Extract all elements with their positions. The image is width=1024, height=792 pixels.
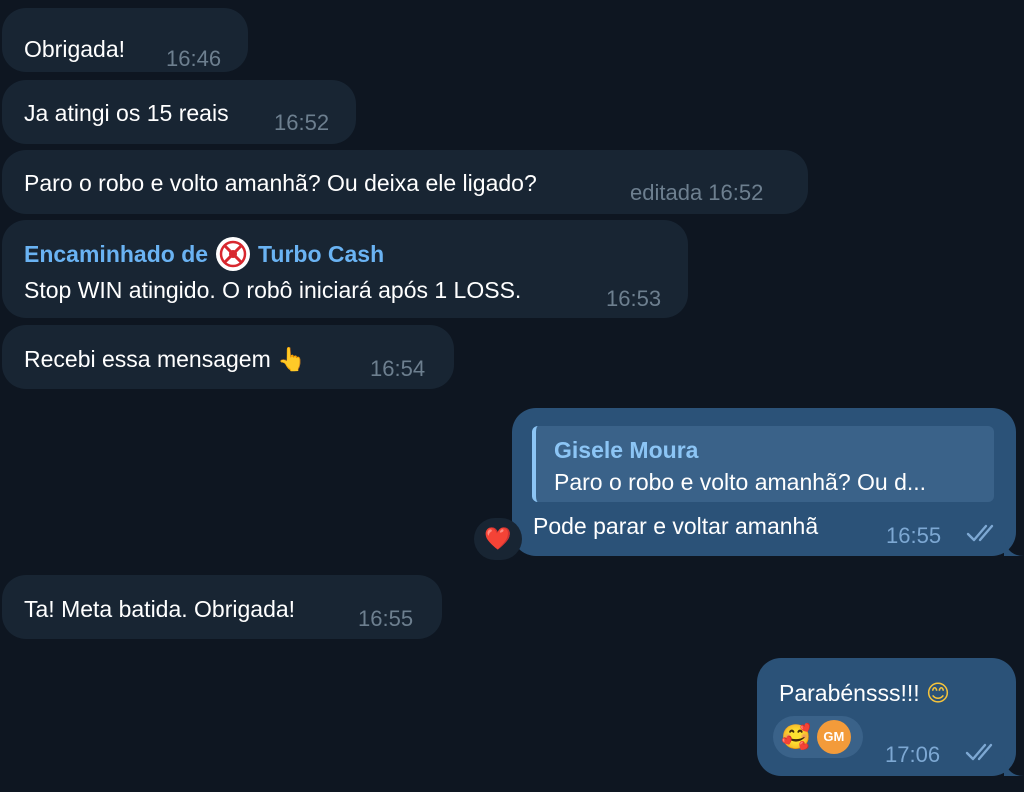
message-reactions[interactable]: 🥰 GM [773,716,863,758]
message-text: Stop WIN atingido. O robô iniciará após … [24,277,522,303]
message-text-body: Parabénsss!!! [779,680,920,706]
message-text: Obrigada! [24,36,126,62]
message-time: 16:52 [274,110,330,135]
message-time: 16:54 [370,356,426,381]
outgoing-message[interactable]: Parabénsss!!! 😊 🥰 GM 17:06 [757,658,1016,776]
incoming-message[interactable]: Paro o robo e volto amanhã? Ou deixa ele… [2,150,808,214]
bubble-tail [1004,756,1024,776]
reply-quote[interactable]: Gisele Moura Paro o robo e volto amanhã?… [532,426,994,502]
turbo-cash-logo-icon [216,237,251,271]
message-text-body: Recebi essa mensagem [24,346,271,372]
message-time: 17:06 [885,742,941,767]
heart-reaction-badge[interactable]: ❤️ [474,518,522,560]
bubble-tail [1004,536,1024,556]
message-time: 16:46 [166,46,222,71]
pointing-up-emoji-icon: 👆 [277,347,306,373]
message-text: Ta! Meta batida. Obrigada! [24,596,296,622]
incoming-message[interactable]: Obrigada! 16:46 [2,8,248,72]
smiling-hearts-emoji-icon: 🥰 [781,723,811,751]
reply-author: Gisele Moura [554,437,699,463]
double-check-icon [965,743,993,761]
message-text: Paro o robo e volto amanhã? Ou deixa ele… [24,170,537,196]
message-time: 16:55 [886,523,942,548]
heart-emoji-icon: ❤️ [484,526,512,552]
message-time: 16:55 [358,606,414,631]
reply-text: Paro o robo e volto amanhã? Ou d... [554,469,927,495]
message-text: Pode parar e voltar amanhã [533,513,819,539]
incoming-message[interactable]: Ja atingi os 15 reais 16:52 [2,80,356,144]
forwarded-prefix: Encaminhado de [24,241,209,267]
message-text: Recebi essa mensagem 👆 [24,344,306,375]
message-time: 16:53 [606,286,662,311]
outgoing-reply-message[interactable]: Gisele Moura Paro o robo e volto amanhã?… [512,408,1016,556]
incoming-message[interactable]: Recebi essa mensagem 👆 16:54 [2,325,454,389]
forwarded-message[interactable]: Encaminhado de Turbo Cash Stop WIN ating… [2,220,688,318]
user-avatar: GM [816,720,851,754]
double-check-icon [966,524,994,542]
message-text: Parabénsss!!! 😊 [779,678,950,709]
message-text: Ja atingi os 15 reais [24,100,229,126]
forwarded-source: Turbo Cash [258,241,385,267]
forwarded-header[interactable]: Encaminhado de Turbo Cash [24,237,384,271]
incoming-message[interactable]: Ta! Meta batida. Obrigada! 16:55 [2,575,442,639]
message-time: editada 16:52 [630,180,764,205]
chat-window: Obrigada! 16:46 Ja atingi os 15 reais 16… [0,0,1024,792]
smiling-face-emoji-icon: 😊 [926,681,951,707]
